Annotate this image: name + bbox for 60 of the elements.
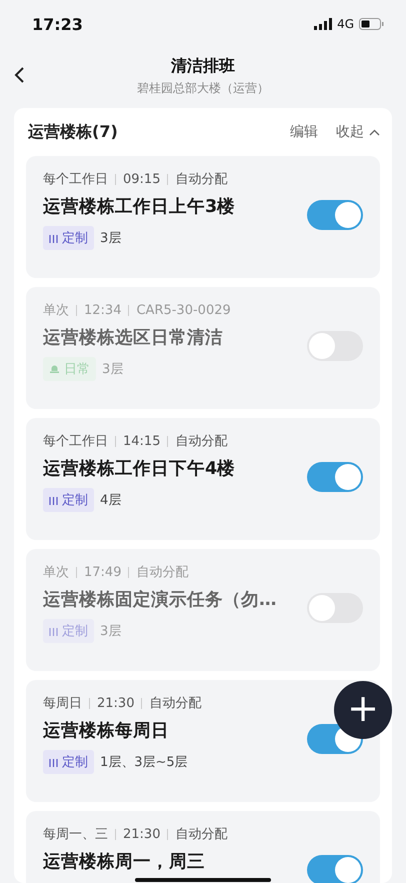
page-title: 清洁排班	[171, 56, 235, 76]
task-card[interactable]: 每个工作日 09:15 自动分配 运营楼栋工作日上午3楼 定制 3层	[26, 156, 380, 278]
back-icon	[14, 66, 26, 84]
schedule-info: 自动分配	[149, 695, 202, 712]
type-tag: 定制	[43, 750, 94, 774]
signal-icon	[314, 18, 332, 30]
schedule-info: CAR5-30-0029	[136, 302, 231, 318]
floor-label: 1层、3层~5层	[100, 754, 188, 772]
task-title: 运营楼栋每周日	[43, 721, 170, 742]
toggle-switch[interactable]	[307, 331, 363, 361]
schedule-info: 单次	[43, 302, 69, 319]
task-title: 运营楼栋工作日上午3楼	[43, 197, 236, 218]
toggle-switch[interactable]	[307, 593, 363, 623]
schedule-info: 14:15	[123, 434, 160, 448]
schedule-info: 17:49	[84, 564, 122, 580]
section-title: 运营楼栋(7)	[28, 122, 118, 142]
task-title: 运营楼栋工作日下午4楼	[43, 459, 236, 480]
task-card[interactable]: 每个工作日 14:15 自动分配 运营楼栋工作日下午4楼 定制 4层	[26, 418, 380, 540]
schedule-info: 单次	[43, 564, 69, 581]
bars-icon	[49, 233, 58, 244]
status-time: 17:23	[32, 14, 83, 34]
bars-icon	[49, 495, 58, 506]
schedule-info: 每个工作日	[43, 433, 108, 450]
collapse-link[interactable]: 收起	[336, 123, 380, 141]
task-card[interactable]: 每周一、三 21:30 自动分配 运营楼栋周一，周三	[26, 811, 380, 883]
task-card[interactable]: 单次 17:49 自动分配 运营楼栋固定演示任务（勿… 定制 3层	[26, 549, 380, 671]
type-tag: 定制	[43, 619, 94, 644]
floor-label: 4层	[100, 492, 122, 510]
type-tag: 定制	[43, 488, 94, 512]
toggle-switch[interactable]	[307, 855, 363, 883]
task-card[interactable]: 单次 12:34 CAR5-30-0029 运营楼栋选区日常清洁 日常 3层	[26, 287, 380, 409]
schedule-info: 自动分配	[175, 171, 228, 188]
bell-icon	[49, 364, 60, 374]
bars-icon	[49, 757, 58, 768]
toggle-switch[interactable]	[307, 462, 363, 492]
schedule-info: 自动分配	[175, 826, 228, 843]
task-title: 运营楼栋周一，周三	[43, 852, 206, 872]
floor-label: 3层	[102, 361, 124, 378]
page-subtitle: 碧桂园总部大楼（运营）	[137, 80, 269, 96]
schedule-info: 自动分配	[136, 564, 188, 581]
schedule-info: 每个工作日	[43, 171, 108, 188]
bars-icon	[49, 626, 58, 636]
battery-icon	[359, 18, 384, 30]
edit-link[interactable]: 编辑	[290, 123, 318, 141]
task-title: 运营楼栋固定演示任务（勿…	[43, 590, 276, 610]
schedule-info: 12:34	[84, 302, 122, 318]
network-label: 4G	[337, 17, 354, 31]
schedule-info: 每周一、三	[43, 826, 108, 843]
type-tag: 日常	[43, 357, 96, 382]
schedule-info: 09:15	[123, 172, 160, 186]
toggle-switch[interactable]	[307, 200, 363, 230]
task-title: 运营楼栋选区日常清洁	[43, 328, 224, 348]
schedule-info: 每周日	[43, 695, 82, 712]
schedule-info: 21:30	[123, 826, 160, 842]
floor-label: 3层	[100, 230, 122, 248]
schedule-info: 自动分配	[175, 433, 228, 450]
caret-icon	[369, 128, 380, 136]
schedule-info: 21:30	[97, 696, 134, 710]
floor-label: 3层	[100, 623, 122, 640]
type-tag: 定制	[43, 226, 94, 250]
